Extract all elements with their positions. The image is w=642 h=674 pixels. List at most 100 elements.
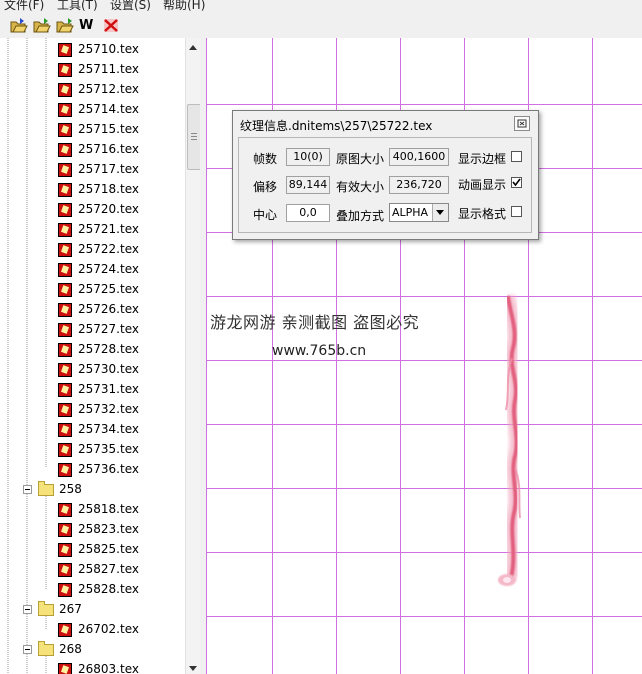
tree-file-row[interactable]: 25735.tex bbox=[0, 440, 185, 460]
tree-file-label: 26803.tex bbox=[78, 662, 139, 674]
tree-file-row[interactable]: 25724.tex bbox=[0, 260, 185, 280]
tree-file-row[interactable]: 25730.tex bbox=[0, 360, 185, 380]
tree-folder-row[interactable]: 267 bbox=[0, 600, 185, 620]
folder-icon bbox=[38, 601, 54, 616]
show-border-checkbox[interactable] bbox=[511, 151, 522, 162]
tree-file-row[interactable]: 25726.tex bbox=[0, 300, 185, 320]
center-input[interactable]: 0,0 bbox=[286, 204, 330, 222]
tree-file-label: 25726.tex bbox=[78, 302, 139, 316]
tree-file-label: 25721.tex bbox=[78, 222, 139, 236]
texture-file-icon bbox=[58, 443, 72, 457]
tree-folder-label: 258 bbox=[59, 482, 82, 496]
texture-file-icon bbox=[58, 83, 72, 97]
center-label: 中心 bbox=[253, 208, 278, 222]
tree-file-label: 25827.tex bbox=[78, 562, 139, 576]
collapse-icon[interactable] bbox=[23, 645, 32, 654]
menu-file[interactable]: 文件(F) bbox=[4, 0, 44, 13]
tree-file-row[interactable]: 25720.tex bbox=[0, 200, 185, 220]
tree-file-row[interactable]: 25727.tex bbox=[0, 320, 185, 340]
watermark-line-2: www.765b.cn bbox=[272, 343, 367, 359]
texture-file-icon bbox=[58, 123, 72, 137]
file-tree[interactable]: 25710.tex 25711.tex 25712.tex 25714.tex 2571… bbox=[0, 38, 185, 674]
texture-file-icon bbox=[58, 523, 72, 537]
tree-file-row[interactable]: 25716.tex bbox=[0, 140, 185, 160]
valid-size-field: 236,720 bbox=[389, 176, 449, 194]
tree-file-row[interactable]: 26702.tex bbox=[0, 620, 185, 640]
tree-file-label: 25714.tex bbox=[78, 102, 139, 116]
orig-size-field: 400,1600 bbox=[389, 148, 449, 166]
collapse-icon[interactable] bbox=[23, 485, 32, 494]
collapse-icon[interactable] bbox=[23, 605, 32, 614]
tree-file-row[interactable]: 26803.tex bbox=[0, 660, 185, 674]
folder-icon bbox=[38, 641, 54, 656]
scroll-up-arrow-icon[interactable] bbox=[189, 45, 197, 50]
tree-folder-row[interactable]: 258 bbox=[0, 480, 185, 500]
tree-file-row[interactable]: 25714.tex bbox=[0, 100, 185, 120]
tree-file-row[interactable]: 25712.tex bbox=[0, 80, 185, 100]
watermark-line-1: 游龙网游 亲测截图 盗图必究 bbox=[210, 313, 420, 332]
open-folder-icon[interactable] bbox=[10, 17, 28, 34]
tree-file-label: 25711.tex bbox=[78, 62, 139, 76]
open-dir-icon[interactable] bbox=[33, 17, 51, 34]
menu-tools[interactable]: 工具(T) bbox=[57, 0, 98, 13]
dialog-body: 帧数 10(0) 原图大小 400,1600 显示边框 偏移 89,144 有效… bbox=[238, 137, 532, 233]
tree-file-label: 25730.tex bbox=[78, 362, 139, 376]
tree-file-label: 25828.tex bbox=[78, 582, 139, 596]
tree-file-label: 25736.tex bbox=[78, 462, 139, 476]
texture-info-dialog: 纹理信息.dnitems\257\25722.tex 帧数 10(0) 原图大小… bbox=[232, 110, 539, 240]
tree-file-label: 25735.tex bbox=[78, 442, 139, 456]
tree-file-row[interactable]: 25731.tex bbox=[0, 380, 185, 400]
texture-file-icon bbox=[58, 143, 72, 157]
tree-file-row[interactable]: 25828.tex bbox=[0, 580, 185, 600]
texture-file-icon bbox=[58, 303, 72, 317]
delete-icon[interactable] bbox=[102, 17, 120, 34]
tree-file-row[interactable]: 25728.tex bbox=[0, 340, 185, 360]
tree-file-label: 25720.tex bbox=[78, 202, 139, 216]
tree-file-row[interactable]: 25825.tex bbox=[0, 540, 185, 560]
texture-file-icon bbox=[58, 263, 72, 277]
tree-file-row[interactable]: 25722.tex bbox=[0, 240, 185, 260]
tree-file-label: 25712.tex bbox=[78, 82, 139, 96]
menu-bar: 文件(F) 工具(T) 设置(S) 帮助(H) bbox=[0, 0, 642, 13]
menu-help[interactable]: 帮助(H) bbox=[163, 0, 205, 13]
tree-file-row[interactable]: 25721.tex bbox=[0, 220, 185, 240]
tree-file-row[interactable]: 25818.tex bbox=[0, 500, 185, 520]
tree-file-row[interactable]: 25711.tex bbox=[0, 60, 185, 80]
tree-file-row[interactable]: 25734.tex bbox=[0, 420, 185, 440]
chevron-down-icon[interactable] bbox=[432, 204, 448, 221]
tree-file-row[interactable]: 25718.tex bbox=[0, 180, 185, 200]
save-folder-icon[interactable] bbox=[56, 17, 74, 34]
texture-file-icon bbox=[58, 663, 72, 674]
texture-file-icon bbox=[58, 623, 72, 637]
tree-file-label: 25718.tex bbox=[78, 182, 139, 196]
show-border-label: 显示边框 bbox=[458, 152, 507, 166]
offset-field: 89,144 bbox=[286, 176, 330, 194]
close-icon[interactable] bbox=[514, 116, 530, 131]
scroll-down-arrow-icon[interactable] bbox=[189, 666, 197, 671]
tree-file-label: 25825.tex bbox=[78, 542, 139, 556]
tree-file-label: 26702.tex bbox=[78, 622, 139, 636]
scroll-thumb[interactable] bbox=[187, 104, 201, 170]
tree-file-row[interactable]: 25732.tex bbox=[0, 400, 185, 420]
tree-folder-row[interactable]: 268 bbox=[0, 640, 185, 660]
offset-label: 偏移 bbox=[253, 180, 278, 194]
blend-select[interactable]: ALPHA bbox=[389, 203, 449, 222]
show-grid-checkbox[interactable] bbox=[511, 206, 522, 217]
tree-file-row[interactable]: 25827.tex bbox=[0, 560, 185, 580]
orig-size-label: 原图大小 bbox=[336, 152, 385, 166]
tree-file-row[interactable]: 25725.tex bbox=[0, 280, 185, 300]
tree-file-label: 25724.tex bbox=[78, 262, 139, 276]
menu-settings[interactable]: 设置(S) bbox=[110, 0, 151, 13]
texture-file-icon bbox=[58, 343, 72, 357]
texture-file-icon bbox=[58, 163, 72, 177]
w-button[interactable]: W bbox=[79, 17, 97, 34]
tree-file-row[interactable]: 25717.tex bbox=[0, 160, 185, 180]
tree-file-row[interactable]: 25736.tex bbox=[0, 460, 185, 480]
tree-file-row[interactable]: 25715.tex bbox=[0, 120, 185, 140]
tree-file-row[interactable]: 25823.tex bbox=[0, 520, 185, 540]
tree-file-row[interactable]: 25710.tex bbox=[0, 40, 185, 60]
tree-scrollbar[interactable] bbox=[185, 38, 201, 674]
animate-label: 动画显示 bbox=[458, 178, 507, 192]
toolbar: W bbox=[0, 13, 642, 39]
animate-checkbox[interactable] bbox=[511, 177, 522, 188]
